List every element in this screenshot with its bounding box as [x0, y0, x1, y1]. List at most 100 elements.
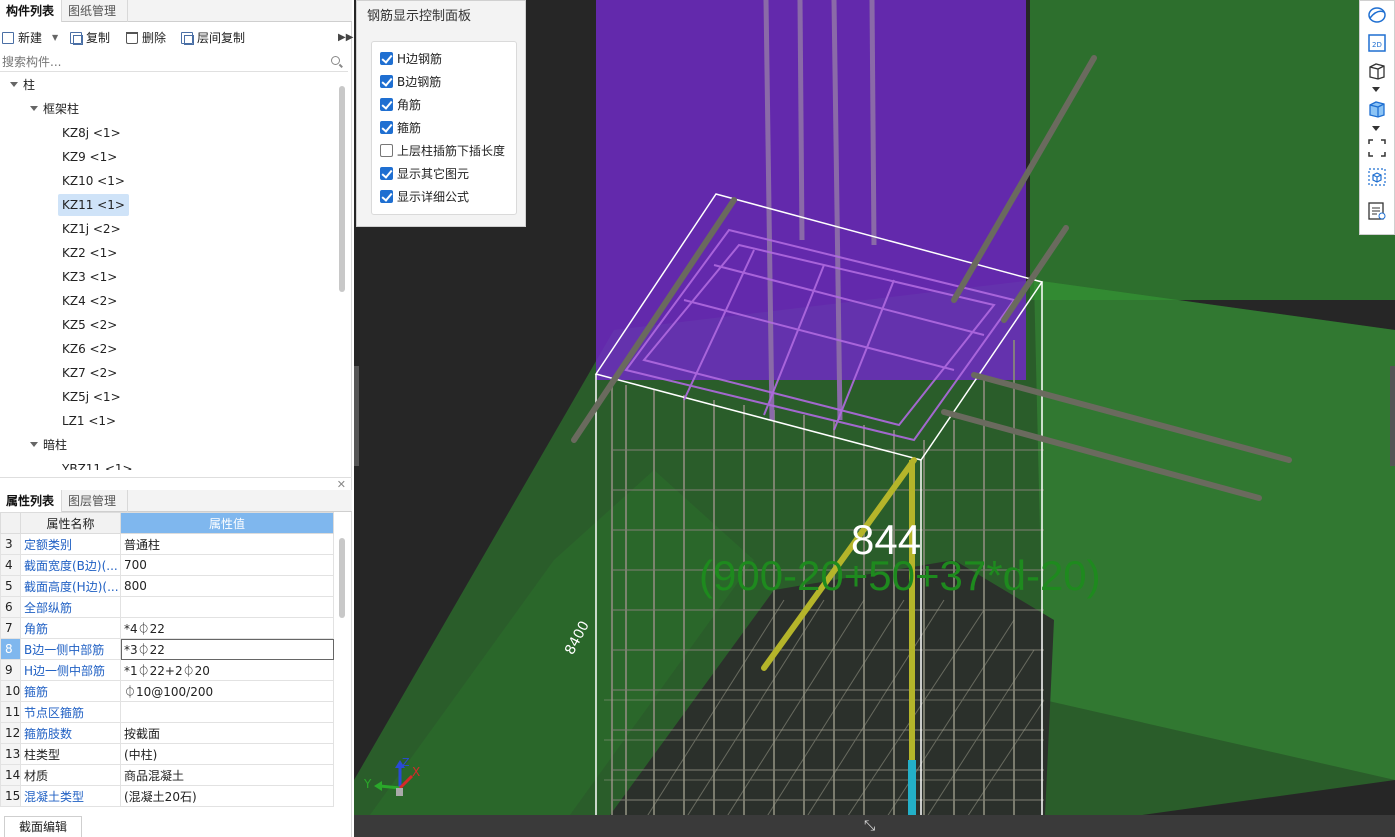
tree-item[interactable]: KZ7 <2> — [58, 362, 121, 384]
tree-item[interactable]: KZ5 <2> — [58, 314, 121, 336]
property-value[interactable]: 商品混凝土 — [120, 764, 334, 786]
solid-view-icon[interactable] — [1367, 99, 1387, 119]
property-table: 属性名称 属性值 3 定额类别 普通柱 4 截面宽度(B边)(... 700 5 截面高度(H… — [0, 512, 334, 807]
copy-button[interactable]: 复制 — [70, 29, 110, 47]
property-value[interactable]: ⏀10@100/200 — [120, 680, 334, 702]
2d-view-icon[interactable]: 2D — [1367, 33, 1387, 53]
property-value[interactable]: 800 — [120, 575, 334, 597]
property-value[interactable]: (中柱) — [120, 743, 334, 765]
tab-component-list[interactable]: 构件列表 — [0, 0, 62, 22]
property-row[interactable]: 5 截面高度(H边)(... 800 — [0, 575, 334, 597]
property-row[interactable]: 9 H边一侧中部筋 *1⏀22+2⏀20 — [0, 659, 334, 681]
expand-caret-icon[interactable] — [10, 82, 18, 87]
tree-item[interactable]: KZ10 <1> — [58, 170, 129, 192]
tree-scrollbar[interactable] — [339, 86, 345, 292]
property-name: 柱类型 — [20, 743, 121, 765]
property-row[interactable]: 14 材质 商品混凝土 — [0, 764, 334, 786]
panel-splitter[interactable]: ✕ — [0, 477, 352, 491]
tree-item[interactable]: KZ8j <1> — [58, 122, 125, 144]
property-row[interactable]: 13 柱类型 (中柱) — [0, 743, 334, 765]
property-value[interactable]: 700 — [120, 554, 334, 576]
tree-node-frame-column[interactable]: 框架柱 — [30, 98, 79, 120]
tree-item[interactable]: KZ1j <2> — [58, 218, 125, 240]
checkbox-checked[interactable] — [380, 98, 393, 111]
box-view-dropdown-icon[interactable] — [1372, 87, 1380, 92]
box-view-icon[interactable] — [1367, 61, 1387, 81]
svg-text:2D: 2D — [1372, 41, 1382, 49]
more-icon[interactable]: ▶▶ — [338, 29, 353, 47]
checkbox-unchecked[interactable] — [380, 144, 393, 157]
property-row[interactable]: 7 角筋 *4⏀22 — [0, 617, 334, 639]
tree-item[interactable]: KZ4 <2> — [58, 290, 121, 312]
property-value[interactable]: 普通柱 — [120, 533, 334, 555]
tab-property-list[interactable]: 属性列表 — [0, 490, 62, 512]
checkbox-checked[interactable] — [380, 190, 393, 203]
property-value[interactable]: (混凝土20石) — [120, 785, 334, 807]
checkbox-checked[interactable] — [380, 121, 393, 134]
checkbox-checked[interactable] — [380, 167, 393, 180]
property-value[interactable]: *1⏀22+2⏀20 — [120, 659, 334, 681]
tab-layer-management[interactable]: 图层管理 — [62, 490, 128, 512]
expand-caret-icon[interactable] — [30, 106, 38, 111]
new-dropdown-icon[interactable]: ▼ — [52, 29, 58, 47]
property-row-index: 9 — [0, 659, 21, 681]
delete-button[interactable]: 删除 — [126, 29, 166, 47]
left-panel-collapse-handle[interactable] — [354, 366, 359, 466]
property-row[interactable]: 8 B边一侧中部筋 *3⏀22 — [0, 638, 334, 660]
layer-copy-button[interactable]: 层间复制 — [181, 29, 245, 47]
expand-caret-icon[interactable] — [30, 442, 38, 447]
option-upper-dowel-length[interactable]: 上层柱插筋下插长度 — [380, 142, 505, 160]
tree-item[interactable]: KZ9 <1> — [58, 146, 121, 168]
property-row[interactable]: 11 节点区箍筋 — [0, 701, 334, 723]
property-row-index: 3 — [0, 533, 21, 555]
tree-item[interactable]: KZ5j <1> — [58, 386, 125, 408]
component-view-icon[interactable] — [1367, 167, 1387, 187]
fit-view-icon[interactable] — [1367, 138, 1387, 158]
tree-item[interactable]: KZ2 <1> — [58, 242, 121, 264]
display-settings-icon[interactable] — [1367, 201, 1387, 221]
3d-viewport[interactable]: 844 (900-20+50+37*d-20) 8400 钢筋显示控制面板 H边… — [354, 0, 1395, 837]
property-value[interactable]: *3⏀22 — [120, 638, 334, 660]
option-show-other-elements[interactable]: 显示其它图元 — [380, 165, 469, 183]
property-row[interactable]: 4 截面宽度(B边)(... 700 — [0, 554, 334, 576]
copy-icon — [70, 32, 83, 45]
tree-item[interactable]: KZ6 <2> — [58, 338, 121, 360]
property-name: 截面高度(H边)(... — [20, 575, 121, 597]
component-tabbar: 构件列表 图纸管理 — [0, 0, 352, 22]
search-icon[interactable] — [331, 56, 340, 65]
tree-item[interactable]: KZ3 <1> — [58, 266, 121, 288]
new-button[interactable]: 新建 — [2, 29, 42, 47]
option-label: 角筋 — [397, 98, 422, 112]
property-value[interactable] — [120, 701, 334, 723]
checkbox-checked[interactable] — [380, 52, 393, 65]
property-row-index: 8 — [0, 638, 21, 660]
property-value[interactable] — [120, 596, 334, 618]
tree-node-column[interactable]: 柱 — [10, 74, 35, 96]
property-row-index: 14 — [0, 764, 21, 786]
solid-view-dropdown-icon[interactable] — [1372, 126, 1380, 131]
option-corner-rebar[interactable]: 角筋 — [380, 96, 421, 114]
property-row[interactable]: 15 混凝土类型 (混凝土20石) — [0, 785, 334, 807]
tree-node-hidden-column[interactable]: 暗柱 — [30, 434, 67, 456]
tree-item[interactable]: LZ1 <1> — [58, 410, 120, 432]
orbit-icon[interactable] — [1367, 5, 1387, 25]
tab-drawing-management[interactable]: 图纸管理 — [62, 0, 128, 22]
property-row[interactable]: 3 定额类别 普通柱 — [0, 533, 334, 555]
search-input[interactable] — [0, 52, 320, 71]
property-value[interactable]: 按截面 — [120, 722, 334, 744]
tab-section-edit[interactable]: 截面编辑 — [4, 816, 82, 837]
checkbox-checked[interactable] — [380, 75, 393, 88]
tree-item-selected[interactable]: KZ11 <1> — [58, 194, 129, 216]
property-value[interactable]: *4⏀22 — [120, 617, 334, 639]
tree-item[interactable]: YBZ11 <1> — [58, 458, 137, 470]
property-scrollbar[interactable] — [339, 538, 345, 618]
option-b-side-rebar[interactable]: B边钢筋 — [380, 73, 441, 91]
option-stirrup[interactable]: 箍筋 — [380, 119, 421, 137]
restore-size-icon[interactable]: ⤡ — [864, 818, 875, 834]
right-panel-collapse-handle[interactable] — [1390, 366, 1395, 466]
property-row[interactable]: 10 箍筋 ⏀10@100/200 — [0, 680, 334, 702]
property-row[interactable]: 12 箍筋肢数 按截面 — [0, 722, 334, 744]
option-h-side-rebar[interactable]: H边钢筋 — [380, 50, 442, 68]
option-show-detailed-formula[interactable]: 显示详细公式 — [380, 188, 469, 206]
property-row[interactable]: 6 全部纵筋 — [0, 596, 334, 618]
